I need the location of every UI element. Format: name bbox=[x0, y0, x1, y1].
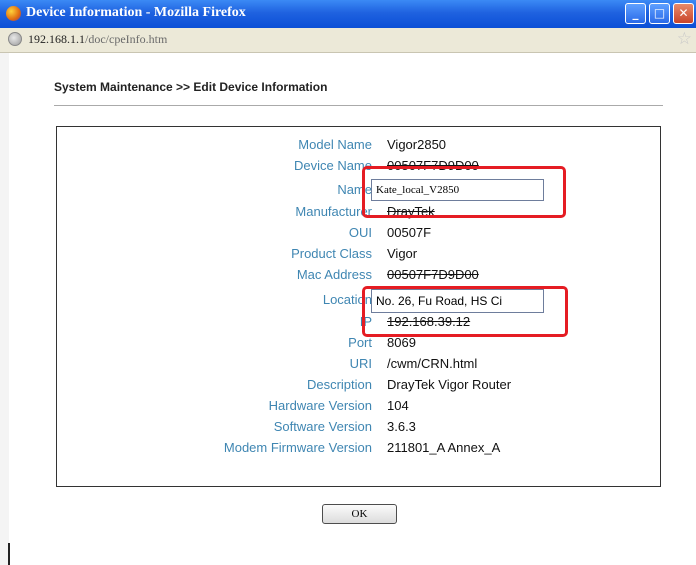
value-product-class: Vigor bbox=[387, 246, 418, 261]
row-oui: OUI 00507F bbox=[57, 225, 660, 243]
url-text[interactable]: 192.168.1.1/doc/cpeInfo.htm bbox=[28, 32, 167, 47]
window-title: Device Information - Mozilla Firefox bbox=[26, 5, 246, 20]
url-path: /doc/cpeInfo.htm bbox=[85, 32, 168, 46]
value-model-name: Vigor2850 bbox=[387, 137, 447, 152]
value-uri: /cwm/CRN.html bbox=[387, 356, 478, 371]
row-ip: IP 192.168.39.12 bbox=[57, 314, 660, 332]
url-host: 192.168.1.1 bbox=[28, 32, 85, 46]
row-location: Location bbox=[57, 289, 660, 313]
value-description: DrayTek Vigor Router bbox=[387, 377, 512, 392]
maximize-button[interactable]: □ bbox=[649, 3, 670, 24]
window-left-edge bbox=[0, 53, 10, 565]
label-description: Description bbox=[306, 377, 372, 392]
firefox-icon bbox=[6, 6, 21, 21]
row-device-name: Device Name 00507F7D9D00 bbox=[57, 158, 660, 176]
value-software-version: 3.6.3 bbox=[387, 419, 416, 434]
label-software-version: Software Version bbox=[273, 419, 372, 434]
label-manufacturer: Manufacturer bbox=[295, 204, 372, 219]
window-titlebar: Device Information - Mozilla Firefox _ □… bbox=[0, 0, 696, 28]
minimize-button[interactable]: _ bbox=[625, 3, 646, 24]
close-icon: ✕ bbox=[678, 6, 689, 20]
value-port: 8069 bbox=[387, 335, 416, 350]
label-port: Port bbox=[348, 335, 372, 350]
row-product-class: Product Class Vigor bbox=[57, 246, 660, 264]
label-model-name: Model Name bbox=[298, 137, 372, 152]
row-description: Description DrayTek Vigor Router bbox=[57, 377, 660, 395]
label-modem-firmware-version: Modem Firmware Version bbox=[223, 440, 372, 455]
bookmark-star-icon[interactable]: ☆ bbox=[677, 29, 692, 49]
label-device-name: Device Name bbox=[293, 158, 372, 173]
minimize-icon: _ bbox=[632, 6, 639, 20]
value-hardware-version: 104 bbox=[387, 398, 409, 413]
row-hardware-version: Hardware Version 104 bbox=[57, 398, 660, 416]
value-oui: 00507F bbox=[387, 225, 432, 240]
value-modem-firmware-version: 211801_A Annex_A bbox=[387, 440, 501, 455]
row-manufacturer: Manufacturer DrayTek bbox=[57, 204, 660, 222]
label-mac-address: Mac Address bbox=[296, 267, 372, 282]
row-software-version: Software Version 3.6.3 bbox=[57, 419, 660, 437]
row-model-name: Model Name Vigor2850 bbox=[57, 137, 660, 155]
highlight-location-box bbox=[362, 286, 568, 337]
highlight-name-box bbox=[362, 166, 566, 218]
label-oui: OUI bbox=[348, 225, 372, 240]
edge-marker bbox=[8, 543, 10, 565]
row-port: Port 8069 bbox=[57, 335, 660, 353]
divider bbox=[54, 105, 663, 106]
row-uri: URI /cwm/CRN.html bbox=[57, 356, 660, 374]
maximize-icon: □ bbox=[653, 6, 666, 20]
row-name: Name bbox=[57, 179, 660, 201]
address-bar[interactable]: 192.168.1.1/doc/cpeInfo.htm ☆ bbox=[0, 28, 696, 53]
value-mac-address: 00507F7D9D00 bbox=[387, 267, 479, 282]
page-title: System Maintenance >> Edit Device Inform… bbox=[54, 80, 328, 94]
label-uri: URI bbox=[349, 356, 372, 371]
globe-icon bbox=[8, 32, 22, 46]
label-product-class: Product Class bbox=[291, 246, 372, 261]
device-info-panel: Model Name Vigor2850 Device Name 00507F7… bbox=[56, 126, 661, 487]
ok-button[interactable]: OK bbox=[322, 504, 397, 524]
row-modem-firmware-version: Modem Firmware Version 211801_A Annex_A bbox=[57, 440, 660, 458]
label-hardware-version: Hardware Version bbox=[268, 398, 372, 413]
row-mac-address: Mac Address 00507F7D9D00 bbox=[57, 267, 660, 285]
close-button[interactable]: ✕ bbox=[673, 3, 694, 24]
